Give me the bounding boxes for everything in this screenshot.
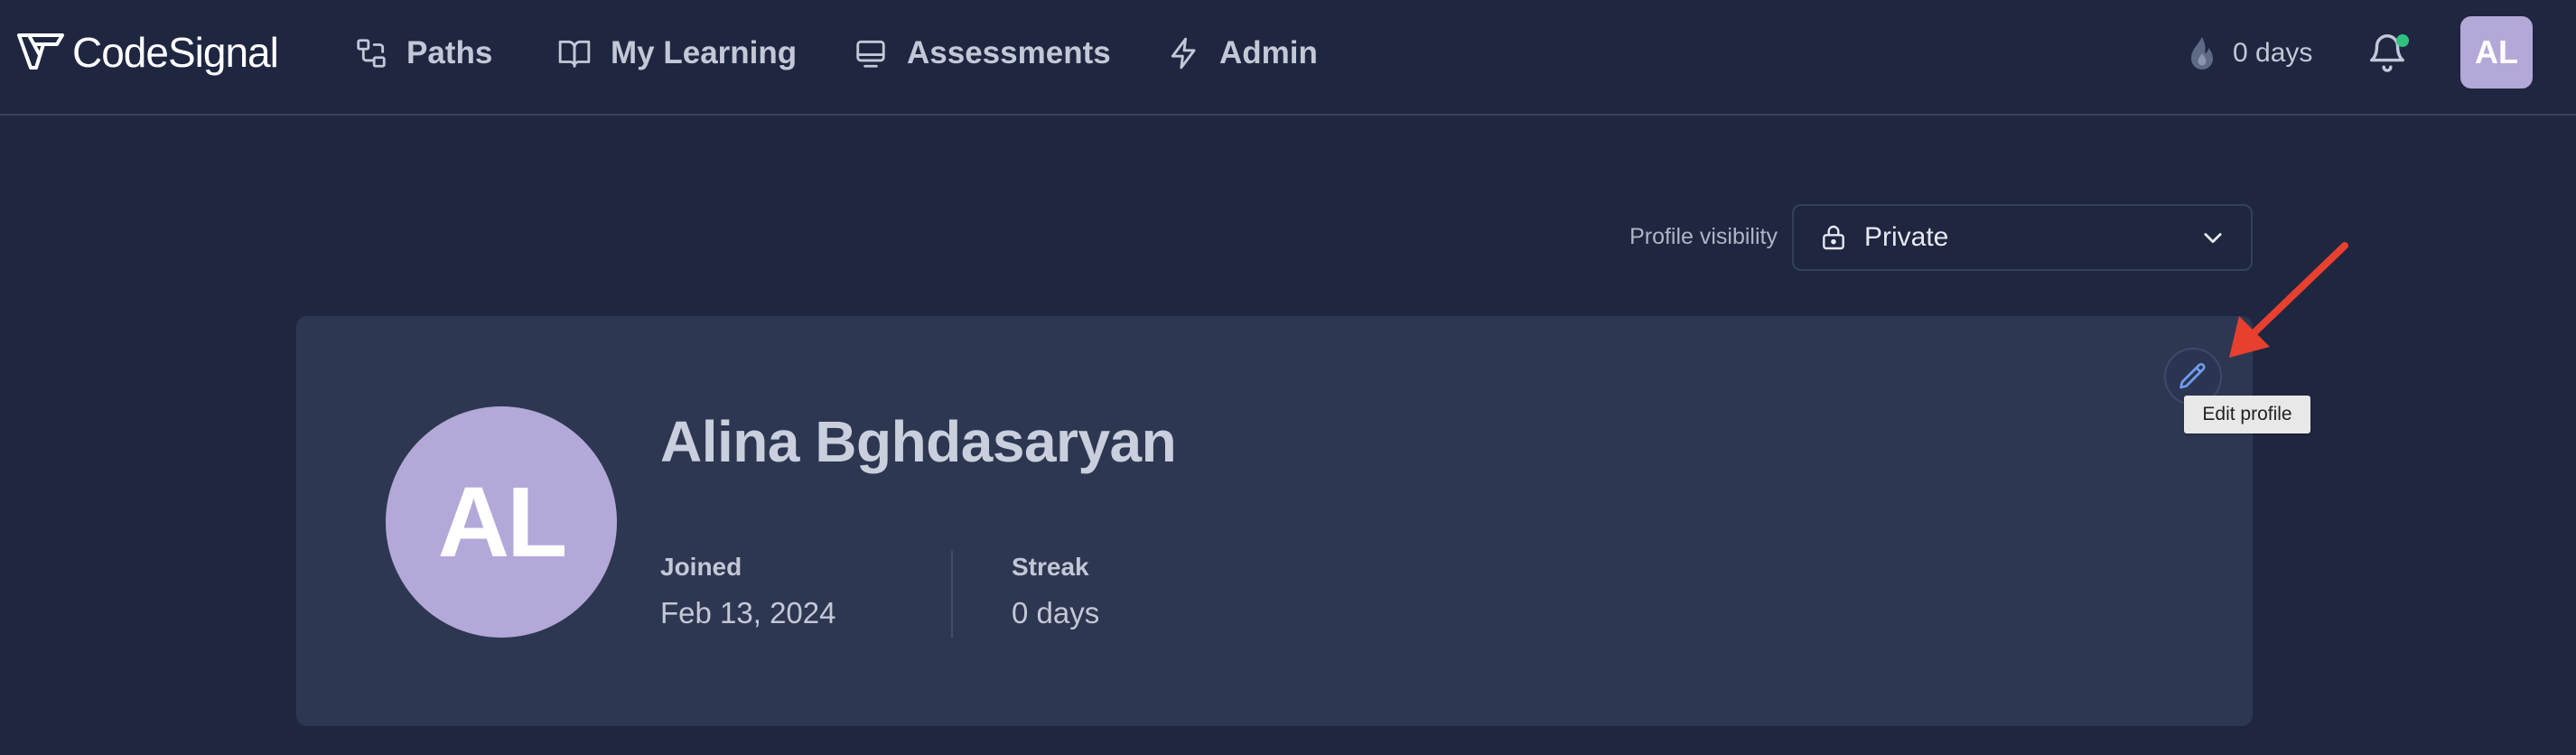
streak-days: 0 days [2233, 38, 2313, 68]
codesignal-logo-icon [17, 33, 64, 70]
flame-icon [2191, 37, 2213, 70]
book-icon [558, 40, 591, 68]
streak-label: Streak [1012, 553, 1089, 581]
pencil-icon [2179, 362, 2206, 389]
joined-label: Joined [660, 553, 742, 581]
monitor-icon [856, 40, 885, 68]
notifications-button[interactable] [2366, 29, 2413, 78]
streak-value: 0 days [1012, 596, 1100, 629]
nav-paths[interactable]: Paths [354, 31, 492, 76]
top-navigation-bar: CodeSignal Paths My Learning Assessments… [0, 0, 2576, 116]
streak-counter[interactable]: 0 days [2186, 31, 2312, 76]
nav-my-learning-label: My Learning [611, 35, 798, 70]
profile-visibility-dropdown[interactable]: Private [1792, 204, 2253, 271]
stat-divider [951, 551, 953, 638]
profile-avatar: AL [386, 406, 617, 638]
edit-profile-tooltip: Edit profile [2184, 396, 2310, 433]
nav-paths-label: Paths [406, 35, 493, 70]
nav-admin-label: Admin [1219, 35, 1318, 70]
profile-name: Alina Bghdasaryan [660, 409, 1177, 474]
nav-assessments-label: Assessments [907, 35, 1111, 70]
lock-icon [1823, 225, 1844, 250]
joined-date: Feb 13, 2024 [660, 596, 836, 629]
chevron-down-icon [2204, 233, 2222, 244]
profile-visibility-label: Profile visibility [1629, 224, 1778, 249]
logo-text: CodeSignal [72, 29, 279, 76]
user-avatar-menu[interactable]: AL [2460, 16, 2533, 89]
visibility-selected-value: Private [1864, 222, 1949, 252]
nav-my-learning[interactable]: My Learning [556, 31, 797, 76]
paths-icon [357, 39, 386, 68]
bolt-icon [1171, 37, 1196, 70]
nav-assessments[interactable]: Assessments [853, 31, 1111, 76]
notification-indicator [2396, 34, 2409, 47]
nav-admin[interactable]: Admin [1167, 31, 1318, 76]
codesignal-logo[interactable]: CodeSignal [16, 27, 279, 78]
